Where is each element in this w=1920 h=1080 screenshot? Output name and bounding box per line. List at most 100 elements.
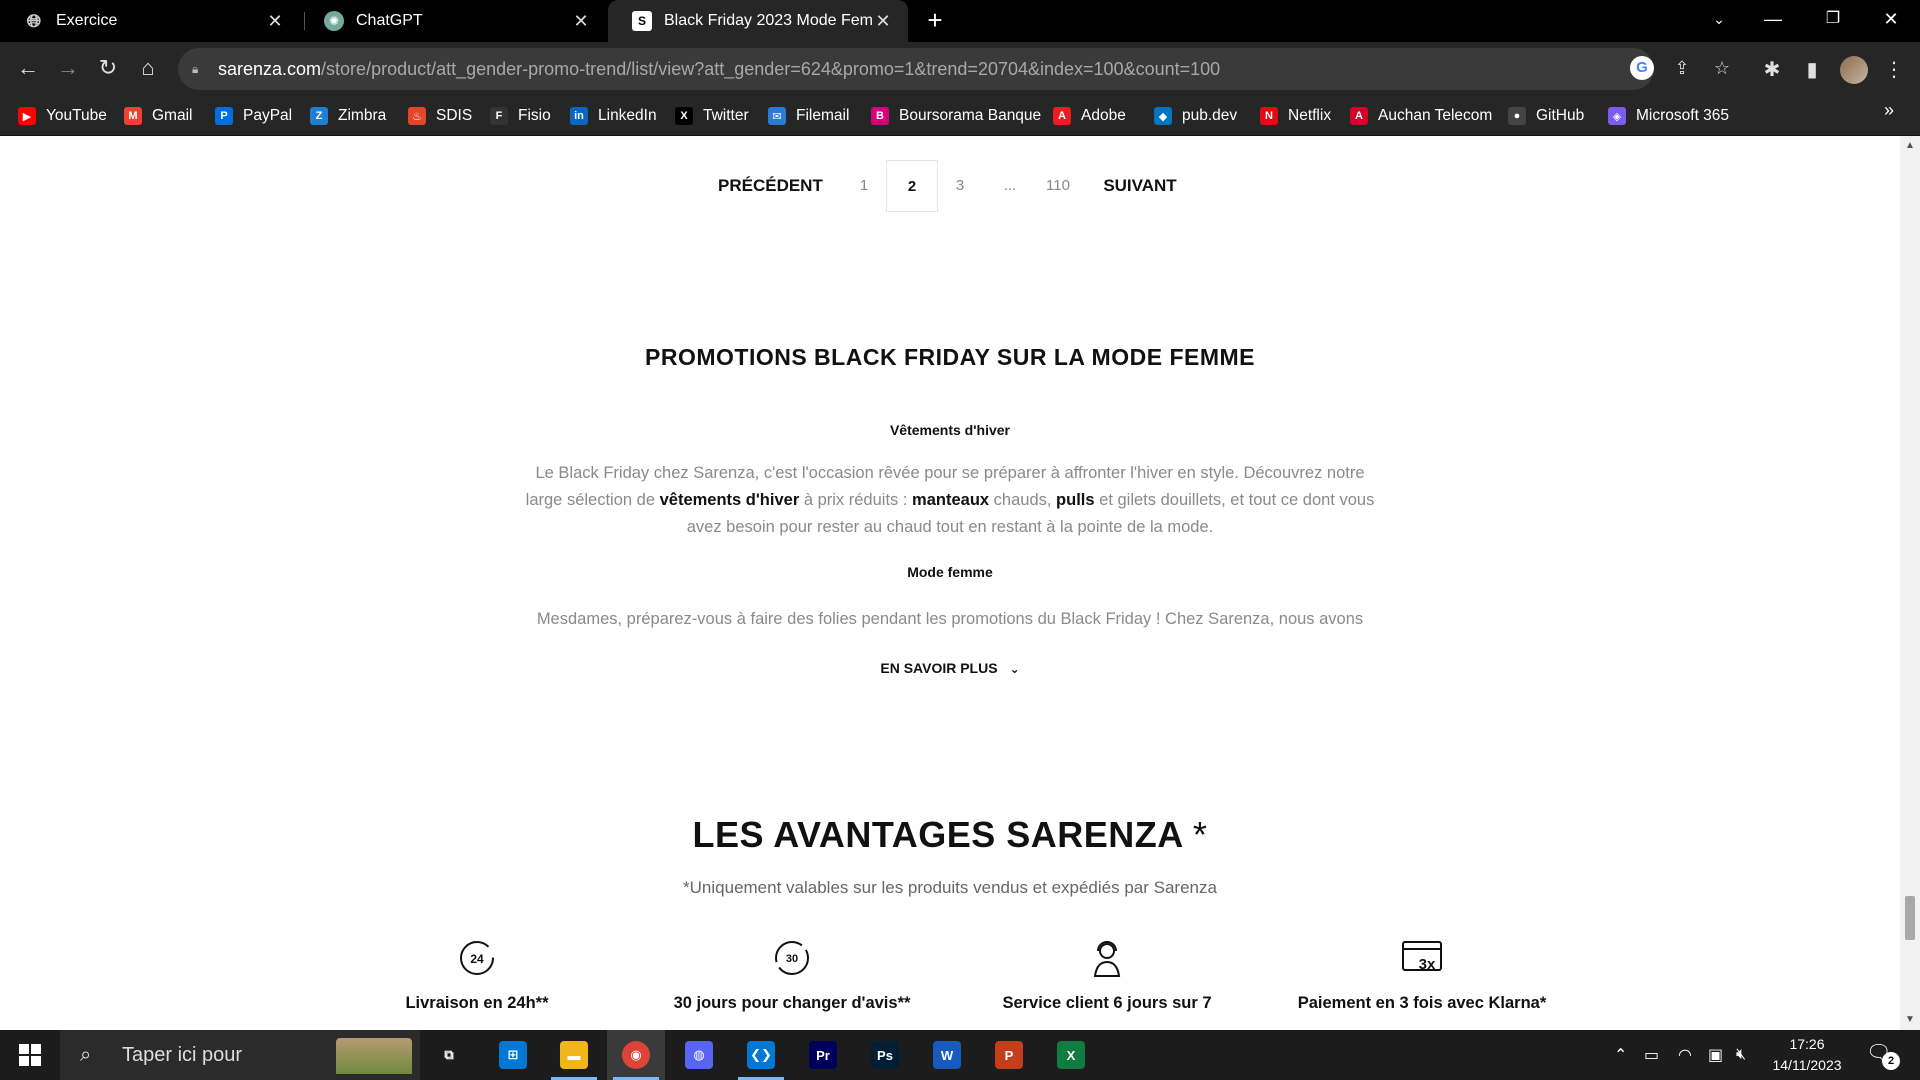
bookmark-youtube[interactable]: ▶ YouTube bbox=[18, 104, 107, 128]
page-link[interactable]: 3 bbox=[934, 160, 986, 212]
bookmark-linkedin[interactable]: in LinkedIn bbox=[570, 104, 657, 128]
bookmark-gmail[interactable]: M Gmail bbox=[124, 104, 192, 128]
scroll-up-icon[interactable]: ▲ bbox=[1900, 140, 1920, 151]
scrollbar-thumb[interactable] bbox=[1905, 896, 1915, 940]
taskbar-vscode[interactable]: ❮❯ bbox=[732, 1030, 790, 1080]
wifi-icon[interactable]: ◠ bbox=[1678, 1030, 1692, 1080]
extensions-icon[interactable]: ✱ bbox=[1758, 56, 1786, 84]
bookmark-filemail[interactable]: ✉ Filemail bbox=[768, 104, 849, 128]
taskbar-microsoft-store[interactable]: ⊞ bbox=[484, 1030, 542, 1080]
taskbar-photoshop[interactable]: Ps bbox=[856, 1030, 914, 1080]
youtube-icon: ▶ bbox=[18, 107, 36, 125]
taskbar-file-explorer[interactable]: ▬ bbox=[545, 1030, 603, 1080]
fisio-icon: F bbox=[490, 107, 508, 125]
google-icon[interactable]: G bbox=[1630, 56, 1654, 80]
tab-label: ChatGPT bbox=[356, 12, 423, 29]
link-manteaux[interactable]: manteaux bbox=[912, 491, 989, 509]
taskbar-word[interactable]: W bbox=[918, 1030, 976, 1080]
bookmark-boursorama-banque[interactable]: B Boursorama Banque bbox=[871, 104, 1041, 128]
page-link[interactable]: 110 bbox=[1032, 160, 1084, 212]
bookmark-pub-dev[interactable]: ◆ pub.dev bbox=[1154, 104, 1237, 128]
volume-muted-icon[interactable]: 🔇︎ bbox=[1736, 1030, 1746, 1080]
new-tab-button[interactable]: + bbox=[920, 6, 950, 36]
battery-icon[interactable]: ▭ bbox=[1644, 1030, 1659, 1080]
connection-icon[interactable]: ▣ bbox=[1708, 1030, 1723, 1080]
avatar[interactable] bbox=[1840, 56, 1868, 84]
close-icon[interactable]: ✕ bbox=[264, 11, 286, 32]
menu-icon[interactable]: ⋮ bbox=[1880, 56, 1908, 84]
bookmark-paypal[interactable]: P PayPal bbox=[215, 104, 292, 128]
web-page: PRÉCÉDENT 1 2 3 ... 110 SUIVANT PROMOTIO… bbox=[0, 136, 1920, 1030]
tray-overflow-icon[interactable]: ⌃ bbox=[1614, 1030, 1627, 1080]
tab-search-icon[interactable]: ⌄ bbox=[1696, 0, 1742, 40]
taskbar-chrome[interactable]: ◉ bbox=[607, 1030, 665, 1080]
back-icon[interactable]: ← bbox=[12, 52, 44, 84]
forward-icon[interactable]: → bbox=[52, 52, 84, 84]
x-icon: X bbox=[675, 107, 693, 125]
taskbar-discord[interactable]: ◍ bbox=[670, 1030, 728, 1080]
taskbar-premiere-pro[interactable]: Pr bbox=[794, 1030, 852, 1080]
share-icon[interactable]: ⇪ bbox=[1670, 56, 1694, 80]
window-close-icon[interactable]: ✕ bbox=[1868, 0, 1914, 40]
taskbar-clock[interactable]: 17:26 14/11/2023 bbox=[1762, 1034, 1852, 1076]
page-scrollbar[interactable]: ▲ ▼ bbox=[1900, 136, 1920, 1030]
bookmark-auchan-telecom[interactable]: A Auchan Telecom bbox=[1350, 104, 1492, 128]
taskbar-excel[interactable]: X bbox=[1042, 1030, 1100, 1080]
pubdev-icon: ◆ bbox=[1154, 107, 1172, 125]
bookmark-fisio[interactable]: F Fisio bbox=[490, 104, 551, 128]
taskbar-search[interactable]: ⌕ Taper ici pour bbox=[60, 1030, 420, 1080]
bookmark-twitter[interactable]: X Twitter bbox=[675, 104, 749, 128]
url-path: /store/product/att_gender-promo-trend/li… bbox=[321, 58, 1221, 79]
delivery-24h-icon-text: 24 bbox=[470, 952, 484, 966]
bookmark-label: Zimbra bbox=[338, 107, 387, 124]
notifications-icon[interactable]: 🗨︎ 2 bbox=[1866, 1040, 1900, 1070]
pagination: PRÉCÉDENT 1 2 3 ... 110 SUIVANT bbox=[0, 160, 1900, 212]
taskbar-powerpoint[interactable]: P bbox=[980, 1030, 1038, 1080]
close-icon[interactable]: ✕ bbox=[570, 11, 592, 32]
file-explorer-icon: ▬ bbox=[560, 1041, 588, 1069]
windows-start-icon[interactable] bbox=[0, 1030, 60, 1080]
tab-black-friday[interactable]: S Black Friday 2023 Mode Femme ✕ bbox=[608, 0, 908, 42]
clock-time: 17:26 bbox=[1789, 1036, 1825, 1052]
bookmark-zimbra[interactable]: Z Zimbra bbox=[310, 104, 386, 128]
close-icon[interactable]: ✕ bbox=[872, 11, 894, 32]
bookmark-adobe[interactable]: A Adobe bbox=[1053, 104, 1126, 128]
bookmark-netflix[interactable]: N Netflix bbox=[1260, 104, 1331, 128]
link-pulls[interactable]: pulls bbox=[1056, 491, 1095, 509]
address-bar[interactable]: 🔒︎ sarenza.com /store/product/att_gender… bbox=[178, 48, 1654, 90]
taskbar-search-placeholder: Taper ici pour bbox=[122, 1043, 243, 1066]
bookmark-label: PayPal bbox=[243, 107, 293, 124]
tab-exercice[interactable]: 🌐︎ Exercice ✕ bbox=[0, 0, 300, 42]
bookmark-star-icon[interactable]: ☆ bbox=[1710, 56, 1734, 80]
side-panel-icon[interactable]: ▮ bbox=[1798, 56, 1826, 84]
github-icon: ● bbox=[1508, 107, 1526, 125]
bookmark-sdis[interactable]: ♨ SDIS bbox=[408, 104, 472, 128]
restore-icon[interactable]: ❐ bbox=[1810, 0, 1856, 40]
minimize-icon[interactable]: — bbox=[1750, 0, 1796, 40]
bookmark-label: Auchan Telecom bbox=[1378, 107, 1493, 124]
pagination-next[interactable]: SUIVANT bbox=[1096, 160, 1184, 212]
bookmark-microsoft-365[interactable]: ◈ Microsoft 365 bbox=[1608, 104, 1729, 128]
search-icon: ⌕ bbox=[80, 1043, 92, 1066]
advantage-delivery: 24 Livraison en 24h** bbox=[317, 936, 637, 1013]
photoshop-icon: Ps bbox=[871, 1041, 899, 1069]
bookmark-label: GitHub bbox=[1536, 107, 1585, 124]
page-link[interactable]: 1 bbox=[838, 160, 890, 212]
reload-icon[interactable]: ↻ bbox=[92, 52, 124, 84]
read-more-button[interactable]: EN SAVOIR PLUS ⌄ bbox=[0, 660, 1900, 676]
bookmark-github[interactable]: ● GitHub bbox=[1508, 104, 1584, 128]
scroll-down-icon[interactable]: ▼ bbox=[1900, 1014, 1920, 1025]
page-link-current[interactable]: 2 bbox=[886, 160, 938, 212]
payment-3x-icon-text: 3x bbox=[1419, 956, 1436, 973]
home-icon[interactable]: ⌂ bbox=[132, 52, 164, 84]
text: à prix réduits : bbox=[799, 491, 913, 509]
lock-icon: 🔒︎ bbox=[192, 61, 199, 76]
link-vetements-hiver[interactable]: vêtements d'hiver bbox=[660, 491, 800, 509]
task-view-icon: ⧉ bbox=[435, 1041, 463, 1069]
pagination-prev[interactable]: PRÉCÉDENT bbox=[718, 160, 823, 212]
winter-paragraph: Le Black Friday chez Sarenza, c'est l'oc… bbox=[520, 460, 1380, 541]
bookmarks-overflow-icon[interactable]: » bbox=[1884, 100, 1894, 121]
tab-chatgpt[interactable]: ✺ ChatGPT ✕ bbox=[300, 0, 606, 42]
taskbar-task-view[interactable]: ⧉ bbox=[420, 1030, 478, 1080]
filemail-icon: ✉ bbox=[768, 107, 786, 125]
